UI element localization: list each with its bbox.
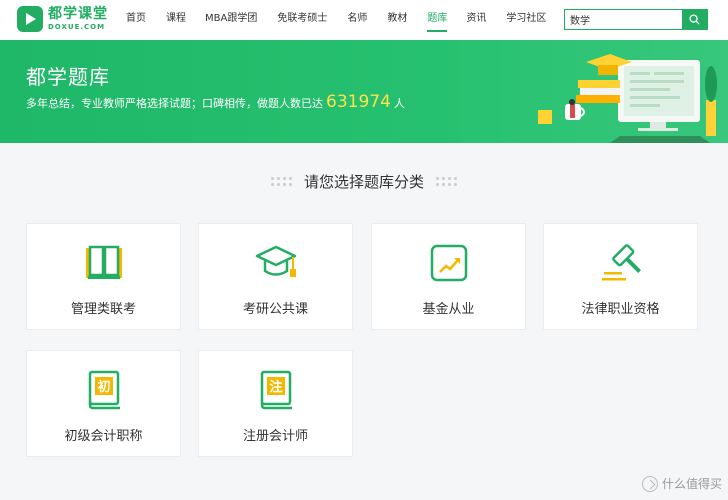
category-label: 注册会计师 bbox=[242, 429, 308, 444]
trend-chart-icon bbox=[430, 244, 468, 282]
nav-item-question-bank[interactable]: 题库 bbox=[427, 0, 448, 40]
section-title: 请您选择题库分类 bbox=[303, 173, 424, 191]
site-logo[interactable]: 都学课堂 DOXUE.COM bbox=[17, 6, 108, 32]
graduation-cap-icon bbox=[255, 245, 297, 277]
watermark-text: 什么值得买 bbox=[661, 477, 722, 491]
category-card-junior-accountant[interactable]: 初 初级会计职称 bbox=[26, 350, 181, 457]
logo-text: 都学课堂 DOXUE.COM bbox=[48, 7, 108, 31]
book-glyph: 初 bbox=[97, 379, 110, 395]
nav-item-master[interactable]: 免联考硕士 bbox=[277, 0, 327, 40]
search-button[interactable] bbox=[682, 10, 707, 29]
dots-decoration-left bbox=[270, 177, 292, 186]
category-label: 考研公共课 bbox=[242, 302, 308, 317]
category-label: 管理类联考 bbox=[70, 302, 136, 317]
watermark: 什么值得买 bbox=[641, 475, 722, 492]
hero-banner: 都学题库 多年总结，专业教师严格选择试题；口碑相传，做题人数已达 631974 … bbox=[0, 40, 728, 143]
top-header: 都学课堂 DOXUE.COM 首页 课程 MBA跟学团 免联考硕士 名师 教材 … bbox=[0, 0, 728, 40]
banner-subtitle-suffix: 人 bbox=[393, 97, 405, 110]
search-input[interactable] bbox=[565, 10, 682, 29]
nav-item-teachers[interactable]: 名师 bbox=[347, 0, 367, 40]
category-card-management[interactable]: 管理类联考 bbox=[26, 223, 181, 330]
gavel-icon bbox=[602, 244, 641, 281]
main-nav: 首页 课程 MBA跟学团 免联考硕士 名师 教材 题库 资讯 学习社区 bbox=[116, 0, 546, 40]
category-card-postgraduate[interactable]: 考研公共课 bbox=[198, 223, 353, 330]
category-card-law[interactable]: 法律职业资格 bbox=[543, 223, 698, 330]
category-label: 基金从业 bbox=[422, 302, 475, 317]
category-card-cpa[interactable]: 注 注册会计师 bbox=[198, 350, 353, 457]
nav-item-news[interactable]: 资讯 bbox=[466, 0, 486, 40]
banner-subtitle: 多年总结，专业教师严格选择试题；口碑相传，做题人数已达 631974 人 bbox=[26, 92, 405, 112]
banner-user-count: 631974 bbox=[326, 92, 391, 112]
nav-item-community[interactable]: 学习社区 bbox=[506, 0, 546, 40]
book-zhu-icon: 注 bbox=[260, 370, 292, 410]
play-logo-icon bbox=[17, 6, 43, 32]
section-header: 请您选择题库分类 bbox=[0, 171, 728, 192]
nav-item-textbooks[interactable]: 教材 bbox=[387, 0, 407, 40]
category-label: 法律职业资格 bbox=[581, 302, 660, 317]
nav-item-home[interactable]: 首页 bbox=[126, 0, 146, 40]
logo-domain: DOXUE.COM bbox=[48, 23, 106, 31]
banner-title: 都学题库 bbox=[26, 65, 110, 89]
dots-decoration-right bbox=[436, 177, 457, 186]
banner-illustration bbox=[538, 54, 717, 143]
nav-item-mba[interactable]: MBA跟学团 bbox=[205, 0, 257, 40]
open-book-icon bbox=[86, 245, 122, 279]
page: 都学课堂 DOXUE.COM 首页 课程 MBA跟学团 免联考硕士 名师 教材 … bbox=[0, 0, 728, 500]
nav-item-courses[interactable]: 课程 bbox=[166, 0, 186, 40]
category-card-fund[interactable]: 基金从业 bbox=[371, 223, 526, 330]
book-glyph: 注 bbox=[269, 379, 282, 395]
search-icon bbox=[689, 14, 700, 25]
book-chu-icon: 初 bbox=[88, 370, 120, 410]
banner-subtitle-prefix: 多年总结，专业教师严格选择试题；口碑相传，做题人数已达 bbox=[26, 97, 323, 110]
search-box bbox=[564, 9, 708, 30]
category-label: 初级会计职称 bbox=[64, 429, 143, 444]
logo-name: 都学课堂 bbox=[48, 6, 108, 22]
watermark-icon bbox=[641, 475, 658, 492]
